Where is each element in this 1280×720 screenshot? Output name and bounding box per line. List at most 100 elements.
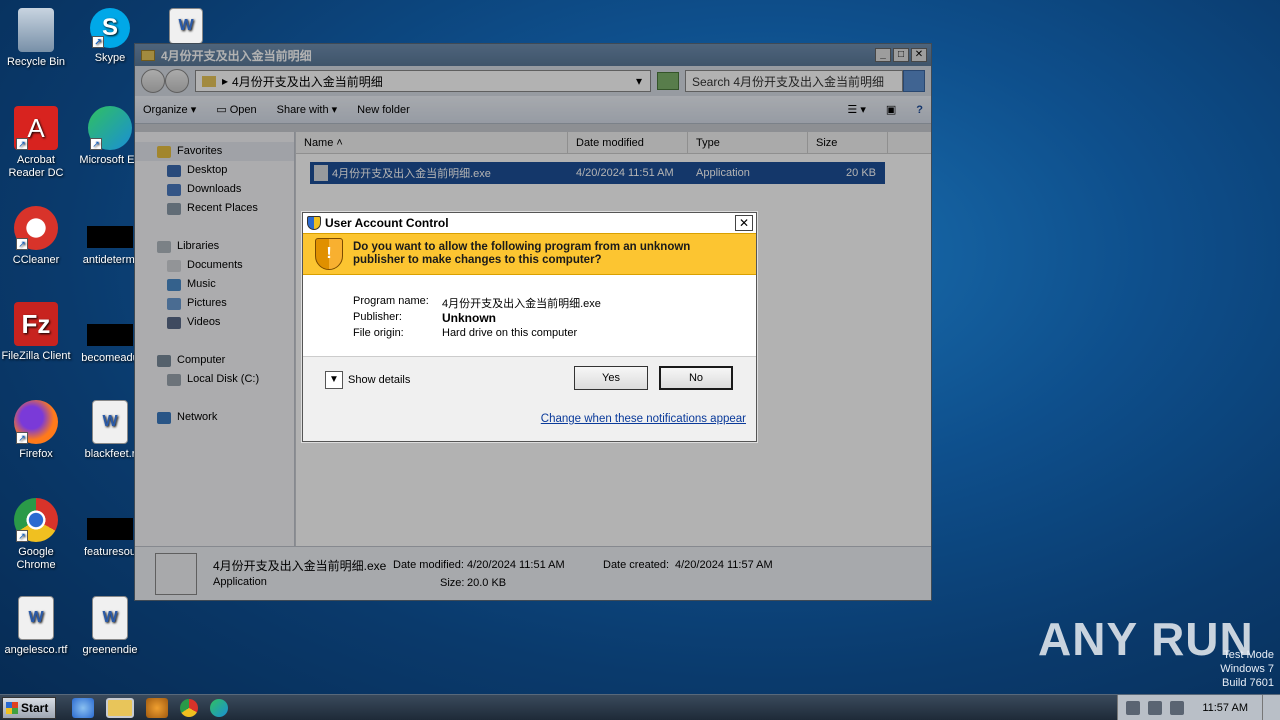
open-button[interactable]: ▭ Open bbox=[216, 103, 256, 116]
media-player-icon[interactable] bbox=[146, 697, 168, 718]
start-button[interactable]: Start bbox=[2, 696, 56, 719]
file-explorer-icon[interactable] bbox=[106, 697, 134, 718]
build-line: Build 7601 bbox=[1222, 677, 1274, 689]
search-icon[interactable] bbox=[903, 70, 925, 92]
file-type: Application bbox=[696, 167, 750, 179]
help-icon[interactable]: ? bbox=[916, 104, 923, 116]
desktop-icon-acrobat[interactable]: A ↗ Acrobat Reader DC bbox=[0, 106, 72, 180]
search-input[interactable]: Search 4月份开支及出入金当前明细 bbox=[685, 70, 903, 92]
desktop-icon-recycle-bin[interactable]: Recycle Bin bbox=[0, 8, 72, 69]
desktop-icon-label: Acrobat Reader DC bbox=[8, 154, 64, 179]
desktop-icon-ccleaner[interactable]: ↗ CCleaner bbox=[0, 206, 72, 267]
network-tray-icon[interactable] bbox=[1148, 700, 1163, 715]
no-button[interactable]: No bbox=[659, 366, 733, 390]
details-file-type: Application bbox=[213, 576, 267, 588]
close-button[interactable]: ✕ bbox=[911, 48, 927, 62]
new-folder-button[interactable]: New folder bbox=[357, 104, 410, 116]
command-bar: Organize ▾ ▭ Open Share with ▾ New folde… bbox=[135, 96, 931, 124]
publisher-value: Unknown bbox=[442, 311, 496, 325]
windows-logo-icon bbox=[6, 701, 18, 714]
share-with-button[interactable]: Share with ▾ bbox=[277, 103, 338, 116]
organize-button[interactable]: Organize ▾ bbox=[143, 103, 196, 116]
desktop-icon-label: Google Chrome bbox=[16, 546, 56, 571]
view-options-icon[interactable]: ☰ ▾ bbox=[847, 103, 865, 116]
nav-label: Local Disk (C:) bbox=[187, 373, 260, 385]
column-size[interactable]: Size bbox=[808, 132, 888, 153]
desktop-icon-chrome[interactable]: ↗ Google Chrome bbox=[0, 498, 72, 572]
action-center-flag-icon[interactable] bbox=[1170, 700, 1185, 715]
yes-button[interactable]: Yes bbox=[574, 366, 648, 390]
desktop-icon-label: Microsoft Ed bbox=[79, 154, 141, 166]
nav-item-local-disk[interactable]: Local Disk (C:) bbox=[135, 370, 294, 389]
nav-item-recent-places[interactable]: Recent Places bbox=[135, 199, 294, 218]
application-large-icon bbox=[155, 553, 197, 595]
nav-item-libraries[interactable]: Libraries bbox=[135, 237, 294, 256]
nav-label: Desktop bbox=[187, 164, 228, 176]
address-field[interactable]: ▸ 4月份开支及出入金当前明细 ▾ bbox=[195, 70, 651, 92]
uac-titlebar[interactable]: User Account Control ✕ bbox=[303, 213, 756, 233]
details-pane: 4月份开支及出入金当前明细.exe Application Date modif… bbox=[135, 546, 931, 600]
address-bar: ▸ 4月份开支及出入金当前明细 ▾ Search 4月份开支及出入金当前明细 bbox=[135, 66, 931, 96]
chrome-icon[interactable] bbox=[180, 698, 198, 717]
volume-icon[interactable] bbox=[1126, 700, 1141, 715]
show-details-toggle[interactable]: ▼ Show details bbox=[325, 371, 410, 389]
back-button[interactable] bbox=[141, 69, 165, 93]
desktop-icon-firefox[interactable]: ↗ Firefox bbox=[0, 400, 72, 461]
nav-label: Network bbox=[177, 411, 218, 423]
network-icon bbox=[157, 411, 171, 424]
nav-item-documents[interactable]: Documents bbox=[135, 256, 294, 275]
uac-title: User Account Control bbox=[325, 216, 449, 230]
refresh-button[interactable] bbox=[657, 72, 679, 90]
close-button[interactable]: ✕ bbox=[735, 215, 753, 231]
desktop-icon-label: CCleaner bbox=[12, 254, 60, 266]
desktop-icon bbox=[167, 164, 181, 177]
desktop-icon-label: featuresou bbox=[84, 546, 136, 558]
column-type[interactable]: Type bbox=[688, 132, 808, 153]
videos-icon bbox=[167, 316, 181, 329]
open-icon: ▭ bbox=[216, 104, 227, 116]
folder-icon bbox=[202, 75, 216, 87]
pictures-icon bbox=[167, 297, 181, 310]
desktop-icon-angelesco[interactable]: W angelesco.rtf bbox=[0, 596, 72, 657]
nav-item-videos[interactable]: Videos bbox=[135, 313, 294, 332]
system-tray: 11:57 AM bbox=[1117, 694, 1280, 720]
nav-item-desktop[interactable]: Desktop bbox=[135, 161, 294, 180]
details-date-modified-label: Date modified: bbox=[393, 559, 464, 571]
minimize-button[interactable]: _ bbox=[875, 48, 891, 62]
desktop-icon-filezilla[interactable]: Fz FileZilla Client bbox=[0, 302, 72, 363]
edge-icon: ↗ bbox=[88, 106, 132, 150]
nav-item-network[interactable]: Network bbox=[135, 408, 294, 427]
nav-item-computer[interactable]: Computer bbox=[135, 351, 294, 370]
desktop-icon-greenendie[interactable]: W greenendie bbox=[74, 596, 146, 657]
explorer-titlebar[interactable]: 4月份开支及出入金当前明细 _ □ ✕ bbox=[135, 44, 931, 66]
nav-item-downloads[interactable]: Downloads bbox=[135, 180, 294, 199]
warning-shield-icon: ! bbox=[315, 238, 343, 270]
nav-item-favorites[interactable]: Favorites bbox=[135, 142, 294, 161]
column-date-modified[interactable]: Date modified bbox=[568, 132, 688, 153]
forward-button[interactable] bbox=[165, 69, 189, 93]
nav-item-pictures[interactable]: Pictures bbox=[135, 294, 294, 313]
downloads-icon bbox=[167, 183, 181, 196]
redacted-icon bbox=[87, 226, 133, 248]
edge-icon[interactable] bbox=[210, 698, 228, 717]
file-row[interactable]: 4月份开支及出入金当前明细.exe 4/20/2024 11:51 AM App… bbox=[310, 162, 885, 184]
change-notifications-link[interactable]: Change when these notifications appear bbox=[541, 413, 746, 425]
explorer-title: 4月份开支及出入金当前明细 bbox=[161, 48, 312, 63]
internet-explorer-icon[interactable] bbox=[72, 697, 94, 718]
word-document-icon: W bbox=[92, 400, 128, 444]
column-label: Name bbox=[304, 137, 334, 149]
show-desktop-button[interactable] bbox=[1262, 694, 1272, 720]
uac-warning-banner: ! Do you want to allow the following pro… bbox=[303, 233, 756, 275]
nav-item-music[interactable]: Music bbox=[135, 275, 294, 294]
column-name[interactable]: Name ˄ bbox=[296, 132, 568, 153]
preview-pane-icon[interactable]: ▣ bbox=[886, 103, 896, 116]
maximize-button[interactable]: □ bbox=[893, 48, 909, 62]
open-label: Open bbox=[229, 104, 257, 116]
desktop-icon-label: greenendie bbox=[82, 644, 138, 656]
chevron-down-icon[interactable]: ▾ bbox=[636, 74, 642, 88]
clock[interactable]: 11:57 AM bbox=[1202, 702, 1248, 714]
test-mode-line: Test Mode bbox=[1223, 649, 1274, 661]
program-name-row: Program name: 4月份开支及出入金当前明细.exe bbox=[353, 295, 756, 311]
acrobat-icon: A ↗ bbox=[14, 106, 58, 150]
desktop-icon-word-doc[interactable]: W bbox=[150, 8, 222, 48]
